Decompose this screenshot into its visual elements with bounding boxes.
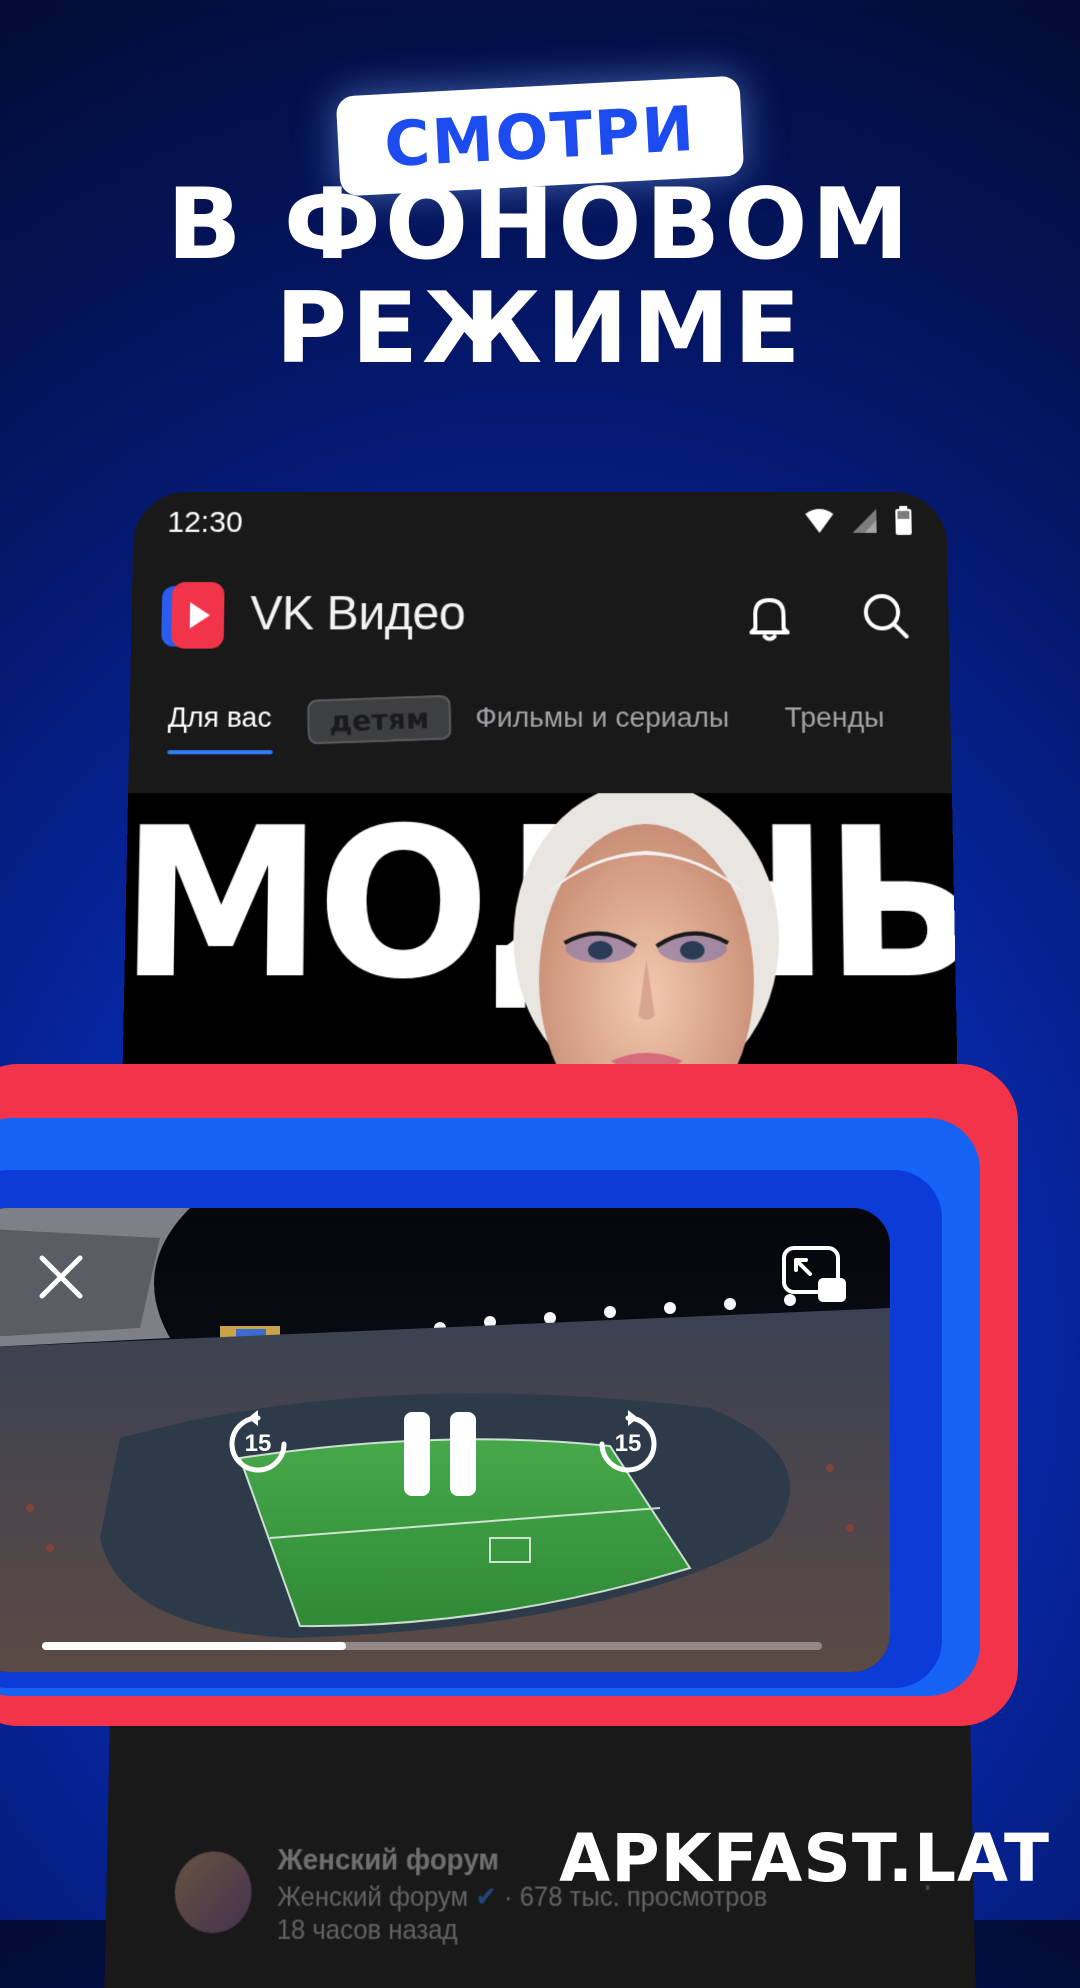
search-icon[interactable]	[857, 588, 914, 644]
pause-button[interactable]	[400, 1408, 480, 1500]
forward-seconds-label: 15	[614, 1430, 642, 1457]
pause-icon	[404, 1412, 476, 1496]
status-icons	[804, 505, 913, 536]
battery-icon	[895, 505, 912, 535]
tab-trends[interactable]: Тренды	[784, 701, 884, 734]
close-icon[interactable]	[34, 1250, 88, 1304]
playback-progress-bar[interactable]	[42, 1642, 822, 1650]
banner-portrait	[513, 793, 781, 1106]
watermark-text: APKFAST.LAT	[559, 1820, 1050, 1897]
status-time: 12:30	[167, 505, 243, 539]
featured-banner[interactable]: МОДНЫЙ	[121, 793, 959, 1106]
rewind-15-button[interactable]: 15	[222, 1408, 294, 1480]
verified-icon: ✔	[475, 1881, 497, 1913]
bell-icon[interactable]	[741, 588, 798, 644]
signal-icon	[852, 508, 877, 533]
tab-kids[interactable]: детям	[306, 694, 452, 745]
forward-15-button[interactable]: 15	[592, 1408, 664, 1480]
feed-item-channel: Женский форум	[277, 1881, 469, 1913]
playback-progress-fill	[42, 1642, 347, 1650]
tab-movies-series[interactable]: Фильмы и сериалы	[475, 701, 729, 734]
pip-player[interactable]: 15 15	[0, 1208, 890, 1672]
headline-line-2: РЕЖИМЕ	[275, 272, 805, 386]
headline-line-1: В ФОНОВОМ	[166, 168, 914, 282]
wifi-icon	[805, 508, 834, 533]
status-bar: 12:30	[133, 492, 947, 554]
tab-bar: Для вас детям Фильмы и сериалы Тренды	[129, 693, 951, 755]
tab-for-you[interactable]: Для вас	[168, 701, 272, 734]
expand-to-fullscreen-icon[interactable]	[780, 1244, 848, 1306]
tab-active-indicator	[167, 750, 273, 755]
rewind-seconds-label: 15	[244, 1430, 272, 1457]
feed-item-title: Женский форум	[277, 1842, 499, 1877]
app-bar: VK Видео	[131, 570, 950, 667]
app-title: VK Видео	[249, 587, 466, 641]
vk-video-logo	[161, 582, 225, 649]
channel-avatar	[174, 1851, 253, 1934]
